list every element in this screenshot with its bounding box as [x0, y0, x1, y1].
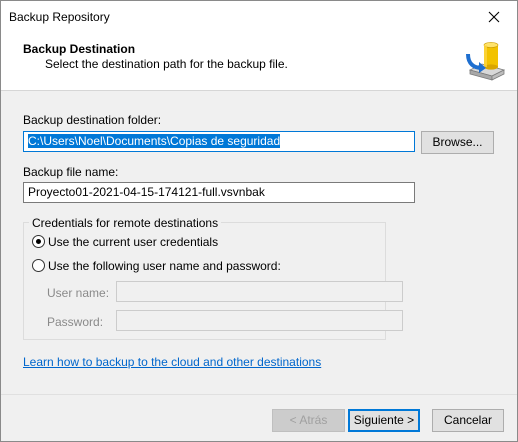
password-input[interactable] [116, 310, 403, 331]
password-label: Password: [47, 315, 104, 329]
footer-divider [1, 394, 517, 395]
radio-current-credentials[interactable] [32, 235, 45, 248]
radio-current-label[interactable]: Use the current user credentials [48, 235, 218, 249]
username-input[interactable] [116, 281, 403, 302]
file-name-input[interactable]: Proyecto01-2021-04-15-174121-full.vsvnba… [23, 182, 415, 203]
backup-repository-dialog: Backup Repository Backup Destination Sel… [0, 0, 518, 442]
window-title: Backup Repository [9, 10, 110, 24]
wizard-header: Backup Destination Select the destinatio… [1, 32, 517, 91]
radio-custom-credentials[interactable] [32, 259, 45, 272]
folder-input[interactable]: C:\Users\Noel\Documents\Copias de seguri… [23, 131, 415, 152]
database-backup-icon [466, 42, 506, 81]
file-name-label: Backup file name: [23, 165, 119, 179]
title-bar: Backup Repository [1, 1, 517, 32]
close-icon [488, 11, 500, 22]
folder-label: Backup destination folder: [23, 113, 162, 127]
cancel-button[interactable]: Cancelar [432, 409, 504, 432]
learn-cloud-backup-link[interactable]: Learn how to backup to the cloud and oth… [23, 355, 321, 369]
username-label: User name: [47, 286, 110, 300]
close-button[interactable] [471, 1, 517, 32]
header-title: Backup Destination [23, 42, 136, 56]
browse-button[interactable]: Browse... [421, 131, 494, 154]
credentials-group-title: Credentials for remote destinations [29, 216, 222, 230]
file-name-value: Proyecto01-2021-04-15-174121-full.vsvnba… [28, 185, 265, 199]
folder-value: C:\Users\Noel\Documents\Copias de seguri… [28, 134, 281, 148]
next-button[interactable]: Siguiente > [348, 409, 420, 432]
radio-custom-label[interactable]: Use the following user name and password… [48, 259, 281, 273]
header-subtitle: Select the destination path for the back… [45, 57, 288, 71]
back-button[interactable]: < Atrás [272, 409, 345, 432]
